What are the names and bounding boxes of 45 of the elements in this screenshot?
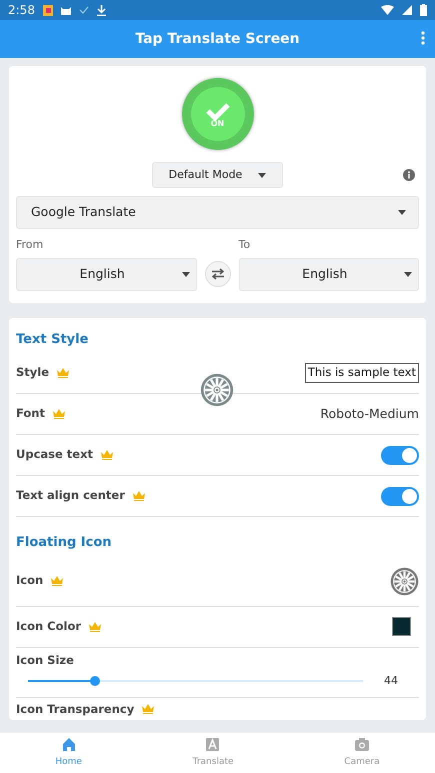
caret-icon: [404, 272, 412, 276]
setting-label: Style: [16, 364, 50, 382]
swap-icon: [210, 268, 224, 280]
info-icon[interactable]: [403, 169, 415, 181]
caret-icon: [182, 272, 190, 276]
setting-label: Upcase text: [16, 446, 94, 464]
status-time: 2:58: [8, 2, 35, 19]
toggle-switch[interactable]: [381, 486, 419, 506]
letter-icon: [205, 736, 222, 752]
color-swatch[interactable]: [392, 617, 411, 636]
section-title: Floating Icon: [16, 534, 113, 552]
home-icon: [60, 736, 77, 752]
toggle-switch[interactable]: [381, 446, 419, 464]
setting-label: Icon Transparency: [16, 700, 134, 718]
font-value[interactable]: Roboto-Medium: [320, 404, 419, 424]
download-icon: [96, 4, 106, 16]
slider-thumb[interactable]: [90, 676, 100, 686]
to-label: To: [238, 237, 252, 253]
sample-text: This is sample text: [304, 363, 419, 383]
camera-icon: [354, 736, 370, 752]
setting-label: Icon Color: [16, 618, 82, 635]
section-title: Text Style: [16, 330, 90, 348]
setting-label: Text align center: [16, 487, 125, 504]
language-dropdown[interactable]: English: [238, 258, 419, 290]
app-title: Tap Translate Screen: [135, 30, 300, 48]
signal-icon: [402, 5, 412, 15]
wifi-icon: [381, 5, 394, 15]
setting-label: Font: [16, 405, 45, 422]
slider-value: 44: [383, 672, 399, 689]
mode-dropdown[interactable]: Default Mode: [152, 162, 284, 188]
cat-icon: [60, 5, 71, 15]
from-label: From: [16, 237, 44, 253]
more-icon[interactable]: [421, 31, 425, 45]
swap-button[interactable]: [204, 260, 230, 286]
translator-dropdown[interactable]: Google Translate: [16, 196, 419, 229]
setting-label: Icon: [16, 572, 44, 590]
floating-wheel-icon[interactable]: [200, 373, 234, 407]
caret-icon: [258, 172, 266, 178]
language-dropdown[interactable]: English: [16, 258, 196, 290]
check-icon: [78, 6, 89, 14]
setting-label: Icon Size: [16, 652, 74, 668]
notification-icon: [42, 4, 53, 16]
caret-icon: [398, 210, 406, 215]
wheel-icon[interactable]: [390, 566, 419, 596]
battery-icon: [420, 4, 427, 16]
